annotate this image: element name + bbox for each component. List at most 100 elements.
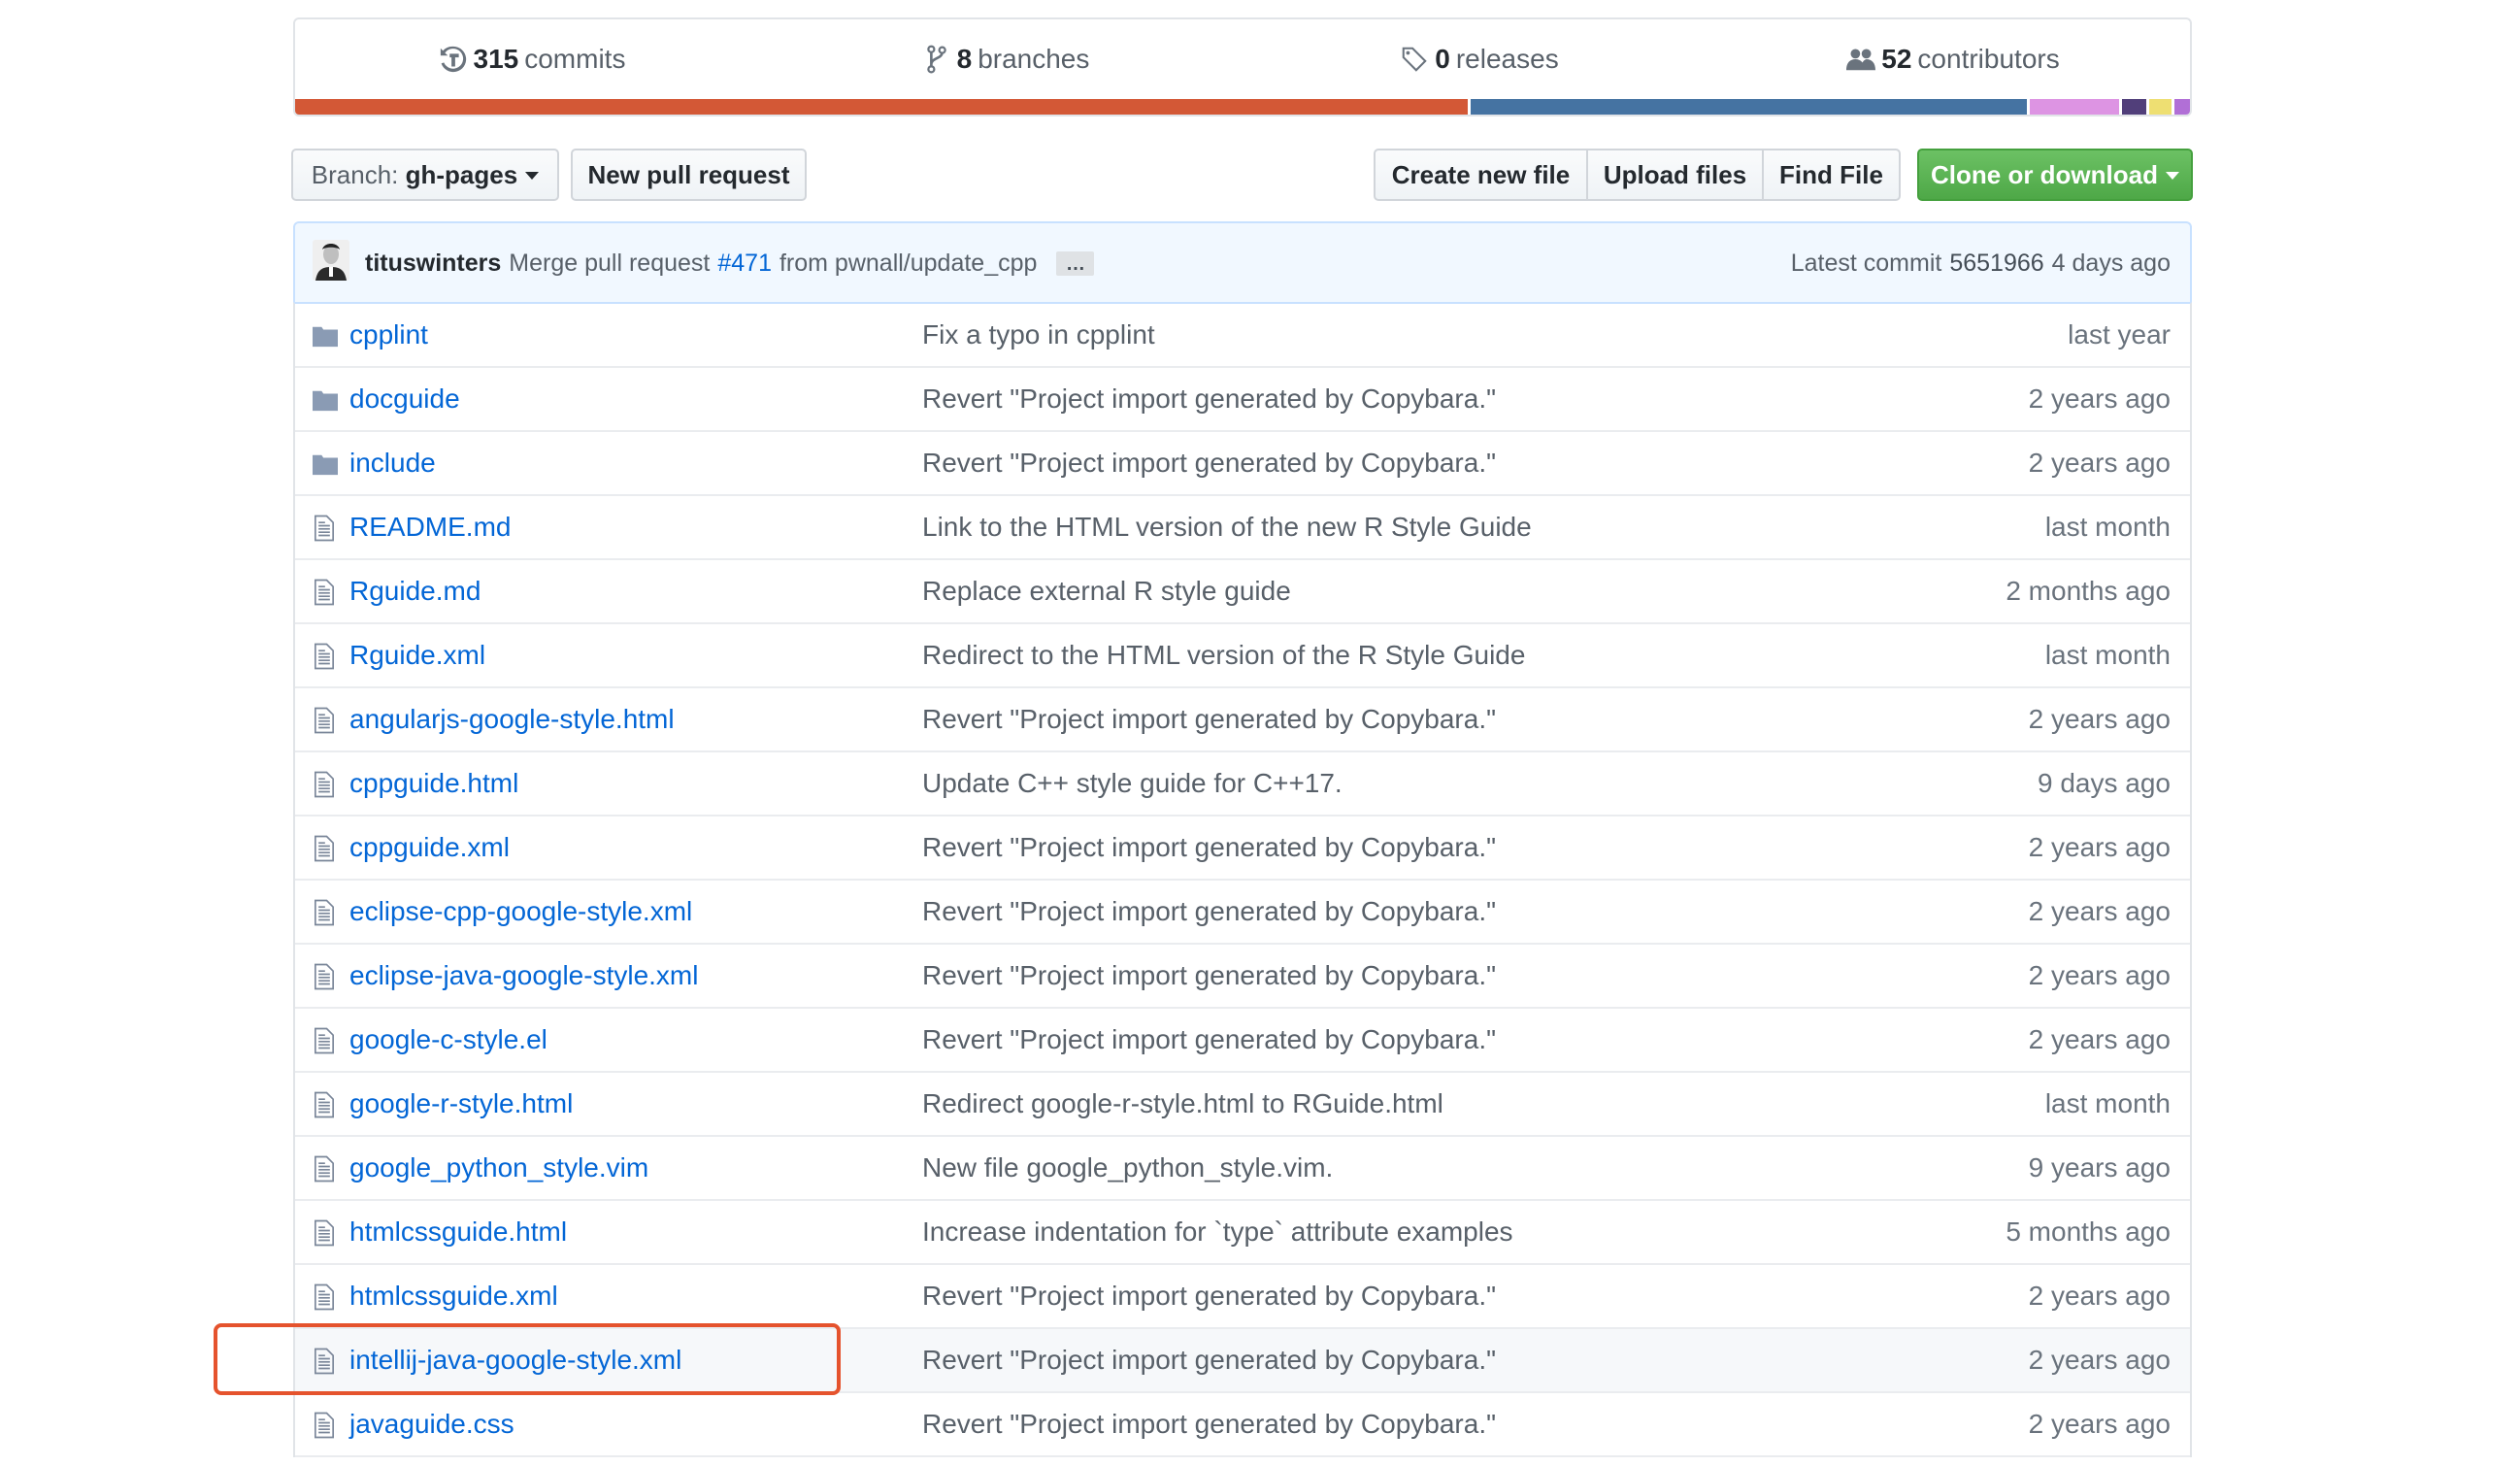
releases-link[interactable]: 0 releases — [1243, 19, 1716, 99]
commit-message-prefix[interactable]: Merge pull request — [509, 250, 710, 278]
commit-message-link[interactable]: Fix a typo in cpplint — [922, 319, 1155, 350]
commit-message-link[interactable]: Revert "Project import generated by Copy… — [922, 1281, 1496, 1312]
commit-age: 2 years ago — [2028, 1345, 2171, 1375]
file-row[interactable]: htmlcssguide.html Increase indentation fo… — [295, 1201, 2190, 1265]
file-icon — [315, 1027, 340, 1054]
branch-select-button[interactable]: Branch: gh-pages — [291, 149, 559, 201]
contributors-count: 52 — [1881, 44, 1912, 74]
file-name-link[interactable]: angularjs-google-style.html — [349, 704, 675, 735]
file-name-link[interactable]: google-c-style.el — [349, 1024, 547, 1055]
commit-message-link[interactable]: New file google_python_style.vim. — [922, 1152, 1333, 1183]
file-row[interactable]: htmlcssguide.xml Revert "Project import g… — [295, 1265, 2190, 1329]
caret-down-icon — [2166, 172, 2179, 180]
commit-message-link[interactable]: Revert "Project import generated by Copy… — [922, 896, 1496, 927]
file-row[interactable]: eclipse-java-google-style.xml Revert "Pro… — [295, 945, 2190, 1009]
file-row[interactable]: google_python_style.vim New file google_p… — [295, 1137, 2190, 1201]
folder-icon — [313, 323, 338, 350]
commit-message-link[interactable]: Revert "Project import generated by Copy… — [922, 1024, 1496, 1055]
commit-age: 2 years ago — [2028, 896, 2171, 926]
file-name-link[interactable]: google_python_style.vim — [349, 1152, 648, 1183]
expand-commit-message-button[interactable]: … — [1056, 251, 1095, 276]
language-segment[interactable] — [2030, 99, 2119, 115]
file-row[interactable]: include Revert "Project import generated … — [295, 432, 2190, 496]
commit-message-link[interactable]: Replace external R style guide — [922, 576, 1291, 607]
file-name-link[interactable]: cppguide.html — [349, 768, 518, 799]
file-icon — [315, 643, 340, 670]
file-icon — [315, 771, 340, 798]
language-segment[interactable] — [2149, 99, 2172, 115]
file-name-link[interactable]: htmlcssguide.xml — [349, 1281, 558, 1312]
branches-link[interactable]: 8 branches — [769, 19, 1243, 99]
file-name-link[interactable]: cpplint — [349, 319, 428, 350]
latest-commit-label: Latest commit — [1790, 250, 1942, 277]
file-row[interactable]: google-r-style.html Redirect google-r-sty… — [295, 1073, 2190, 1137]
releases-label: releases — [1455, 44, 1559, 74]
avatar-image — [313, 240, 349, 281]
commit-message-suffix[interactable]: from pwnall/update_cpp — [779, 250, 1037, 278]
commit-message-link[interactable]: Revert "Project import generated by Copy… — [922, 1409, 1496, 1440]
commit-message-link[interactable]: Increase indentation for `type` attribut… — [922, 1216, 1513, 1248]
commit-message-link[interactable]: Redirect to the HTML version of the R St… — [922, 640, 1525, 671]
commit-message-link[interactable]: Revert "Project import generated by Copy… — [922, 383, 1496, 415]
file-row[interactable]: intellij-java-google-style.xml Revert "Pr… — [295, 1329, 2190, 1393]
file-name-link[interactable]: Rguide.xml — [349, 640, 485, 671]
file-row[interactable]: google-c-style.el Revert "Project import … — [295, 1009, 2190, 1073]
file-row[interactable]: angularjs-google-style.html Revert "Proje… — [295, 688, 2190, 752]
create-new-file-button[interactable]: Create new file — [1374, 149, 1588, 201]
commit-age: 4 days ago — [2051, 250, 2171, 277]
file-icon — [315, 1348, 340, 1375]
file-row[interactable]: Rguide.xml Redirect to the HTML version o… — [295, 624, 2190, 688]
pull-request-link[interactable]: #471 — [717, 250, 772, 278]
contributors-link[interactable]: 52 contributors — [1716, 19, 2190, 99]
upload-files-button[interactable]: Upload files — [1586, 149, 1764, 201]
file-icon — [315, 515, 340, 542]
file-row[interactable]: eclipse-cpp-google-style.xml Revert "Proj… — [295, 881, 2190, 945]
commit-sha-link[interactable]: 5651966 — [1949, 250, 2043, 278]
language-bar[interactable] — [295, 99, 2190, 115]
file-row[interactable]: Rguide.md Replace external R style guide 2… — [295, 560, 2190, 624]
new-pull-request-button[interactable]: New pull request — [571, 149, 807, 201]
language-segment[interactable] — [295, 99, 1469, 115]
file-row[interactable]: README.md Link to the HTML version of the… — [295, 496, 2190, 560]
commit-message-link[interactable]: Revert "Project import generated by Copy… — [922, 960, 1496, 991]
file-name-link[interactable]: intellij-java-google-style.xml — [349, 1345, 681, 1376]
file-name-link[interactable]: include — [349, 448, 436, 479]
file-name-link[interactable]: README.md — [349, 512, 511, 543]
file-name-link[interactable]: eclipse-java-google-style.xml — [349, 960, 698, 991]
file-name-link[interactable]: google-r-style.html — [349, 1088, 573, 1119]
file-row[interactable]: cpplint Fix a typo in cpplint last year — [295, 304, 2190, 368]
commit-message-link[interactable]: Revert "Project import generated by Copy… — [922, 448, 1496, 479]
commit-message-link[interactable]: Update C++ style guide for C++17. — [922, 768, 1343, 799]
file-row[interactable]: docguide Revert "Project import generated… — [295, 368, 2190, 432]
repo-summary: 315 commits 8 branches 0 releases 52 con… — [293, 17, 2192, 117]
contributors-label: contributors — [1917, 44, 2060, 74]
file-row[interactable]: javaguide.css Revert "Project import gene… — [295, 1393, 2190, 1457]
file-name-link[interactable]: eclipse-cpp-google-style.xml — [349, 896, 692, 927]
commit-message-link[interactable]: Revert "Project import generated by Copy… — [922, 1345, 1496, 1376]
commit-message-link[interactable]: Redirect google-r-style.html to RGuide.h… — [922, 1088, 1443, 1119]
avatar[interactable] — [313, 240, 349, 281]
file-icon — [315, 1412, 340, 1439]
commit-message-link[interactable]: Revert "Project import generated by Copy… — [922, 832, 1496, 863]
language-segment[interactable] — [2121, 99, 2147, 115]
file-name-link[interactable]: cppguide.xml — [349, 832, 510, 863]
file-name-link[interactable]: docguide — [349, 383, 460, 415]
latest-commit-info: Latest commit 5651966 4 days ago — [1791, 223, 2171, 304]
clone-or-download-button[interactable]: Clone or download — [1917, 149, 2193, 201]
file-row[interactable]: cppguide.html Update C++ style guide for … — [295, 752, 2190, 816]
find-file-button[interactable]: Find File — [1762, 149, 1901, 201]
folder-icon — [313, 451, 338, 479]
file-icon — [315, 1155, 340, 1183]
file-icon — [315, 963, 340, 990]
file-row[interactable]: cppguide.xml Revert "Project import gener… — [295, 816, 2190, 881]
file-name-link[interactable]: javaguide.css — [349, 1409, 514, 1440]
file-name-link[interactable]: Rguide.md — [349, 576, 481, 607]
commit-age: last month — [2044, 1088, 2171, 1118]
language-segment[interactable] — [1471, 99, 2028, 115]
file-name-link[interactable]: htmlcssguide.html — [349, 1216, 567, 1248]
language-segment[interactable] — [2174, 99, 2190, 115]
commit-message-link[interactable]: Link to the HTML version of the new R St… — [922, 512, 1532, 543]
commit-message-link[interactable]: Revert "Project import generated by Copy… — [922, 704, 1496, 735]
commits-link[interactable]: 315 commits — [295, 19, 769, 99]
commit-author[interactable]: tituswinters — [365, 250, 501, 278]
